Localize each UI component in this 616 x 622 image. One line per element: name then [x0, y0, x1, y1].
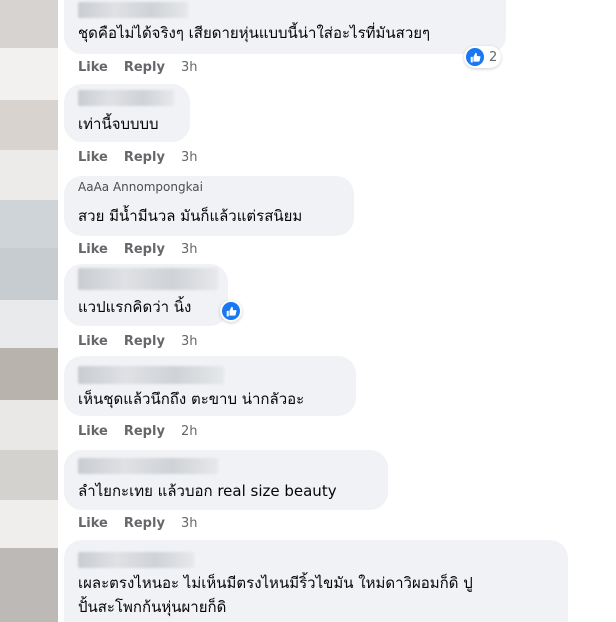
blurred-author-name: [78, 552, 194, 568]
like-button[interactable]: Like: [78, 60, 108, 75]
avatar[interactable]: [0, 100, 58, 150]
reply-button[interactable]: Reply: [124, 424, 165, 439]
timestamp[interactable]: 2h: [181, 424, 198, 439]
blurred-author-name: [78, 2, 188, 18]
thumbs-up-icon: [222, 302, 240, 320]
comment-bubble: แวปแรกคิดว่า นิ้ง: [64, 264, 228, 326]
comment-bubble: เห็นชุดแล้วนึกถึง ตะขาบ น่ากลัวอะ: [64, 356, 356, 416]
comment: เห็นชุดแล้วนึกถึง ตะขาบ น่ากลัวอะ Like Re…: [64, 356, 356, 439]
like-button[interactable]: Like: [78, 424, 108, 439]
timestamp[interactable]: 3h: [181, 150, 198, 165]
comment: เท่านี้จบบบบ Like Reply 3h: [64, 84, 197, 165]
blurred-author-name: [78, 366, 224, 384]
comment-bubble: เท่านี้จบบบบ: [64, 84, 190, 142]
avatar[interactable]: [0, 150, 58, 200]
reaction-badge[interactable]: 2: [464, 46, 502, 68]
thumbs-up-icon: [466, 48, 484, 66]
comment-actions: Like Reply 2h: [78, 424, 213, 439]
comment-actions: Like Reply 3h: [78, 242, 213, 257]
blurred-author-name: [78, 268, 218, 290]
comment: ลำไยกะเทย แล้วบอก real size beauty Like R…: [64, 450, 388, 531]
blurred-author-name: [78, 458, 218, 474]
like-button[interactable]: Like: [78, 334, 108, 349]
comment-text: แวปแรกคิดว่า นิ้ง: [78, 298, 192, 316]
comment-actions: Like Reply 3h: [78, 334, 213, 349]
like-button[interactable]: Like: [78, 516, 108, 531]
comment: AaAa Annompongkai สวย มีน้ำมีนวล มันก็แล…: [64, 176, 354, 257]
reply-button[interactable]: Reply: [124, 242, 165, 257]
avatar[interactable]: [0, 400, 58, 450]
comment: ชุดคือไม่ได้จริงๆ เสียดายหุ่นแบบนี้น่าใส…: [64, 0, 506, 75]
avatar[interactable]: [0, 548, 58, 622]
comment-text: สวย มีน้ำมีนวล มันก็แล้วแต่รสนิยม: [78, 207, 303, 225]
avatar[interactable]: [0, 48, 58, 100]
comment: เผละตรงไหนอะ ไม่เห็นมีตรงไหนมีริ้วไขมัน …: [64, 540, 568, 622]
reaction-count: 2: [489, 49, 498, 65]
author-name[interactable]: AaAa Annompongkai: [78, 180, 203, 194]
timestamp[interactable]: 3h: [181, 242, 198, 257]
comment-text: เท่านี้จบบบบ: [78, 115, 159, 133]
like-button[interactable]: Like: [78, 150, 108, 165]
avatar[interactable]: [0, 500, 58, 548]
comment: แวปแรกคิดว่า นิ้ง Like Reply 3h: [64, 264, 242, 349]
blurred-author-name: [78, 90, 174, 106]
comment-text-line-1: เผละตรงไหนอะ ไม่เห็นมีตรงไหนมีริ้วไขมัน …: [78, 574, 473, 592]
reply-button[interactable]: Reply: [124, 334, 165, 349]
timestamp[interactable]: 3h: [181, 60, 198, 75]
comment-bubble: ชุดคือไม่ได้จริงๆ เสียดายหุ่นแบบนี้น่าใส…: [64, 0, 506, 54]
reply-button[interactable]: Reply: [124, 516, 165, 531]
reply-button[interactable]: Reply: [124, 150, 165, 165]
avatar[interactable]: [0, 300, 58, 348]
comment-actions: Like Reply 3h: [78, 60, 213, 75]
comment-text-line-2: ปั้นสะโพกก้นหุ่นผายก็ดิ: [78, 598, 227, 616]
comment-text: ลำไยกะเทย แล้วบอก real size beauty: [78, 482, 337, 500]
comment-text: เห็นชุดแล้วนึกถึง ตะขาบ น่ากลัวอะ: [78, 390, 305, 408]
reply-button[interactable]: Reply: [124, 60, 165, 75]
avatar[interactable]: [0, 0, 58, 48]
avatar[interactable]: [0, 248, 58, 300]
like-button[interactable]: Like: [78, 242, 108, 257]
avatar[interactable]: [0, 348, 58, 400]
comment-text: ชุดคือไม่ได้จริงๆ เสียดายหุ่นแบบนี้น่าใส…: [78, 24, 431, 42]
avatar-column: [0, 0, 58, 622]
timestamp[interactable]: 3h: [181, 334, 198, 349]
avatar[interactable]: [0, 450, 58, 500]
avatar[interactable]: [0, 200, 58, 248]
comment-bubble: ลำไยกะเทย แล้วบอก real size beauty: [64, 450, 388, 510]
comment-bubble: AaAa Annompongkai สวย มีน้ำมีนวล มันก็แล…: [64, 176, 354, 236]
reaction-badge[interactable]: [220, 300, 242, 322]
timestamp[interactable]: 3h: [181, 516, 198, 531]
comment-actions: Like Reply 3h: [78, 516, 213, 531]
comment-actions: Like Reply 3h: [78, 150, 213, 165]
comment-bubble: เผละตรงไหนอะ ไม่เห็นมีตรงไหนมีริ้วไขมัน …: [64, 540, 568, 622]
